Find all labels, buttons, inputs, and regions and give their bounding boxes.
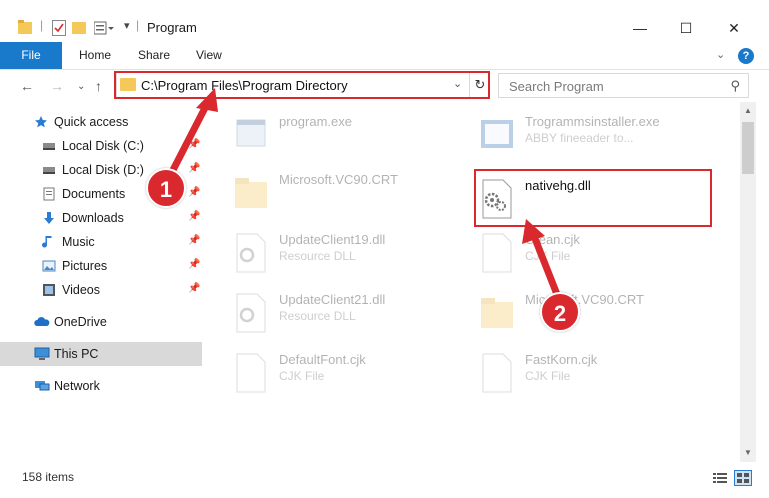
step-badge-2: 2 xyxy=(540,292,580,332)
annotation-arrows xyxy=(168,88,564,306)
step-badge-1: 1 xyxy=(146,168,186,208)
